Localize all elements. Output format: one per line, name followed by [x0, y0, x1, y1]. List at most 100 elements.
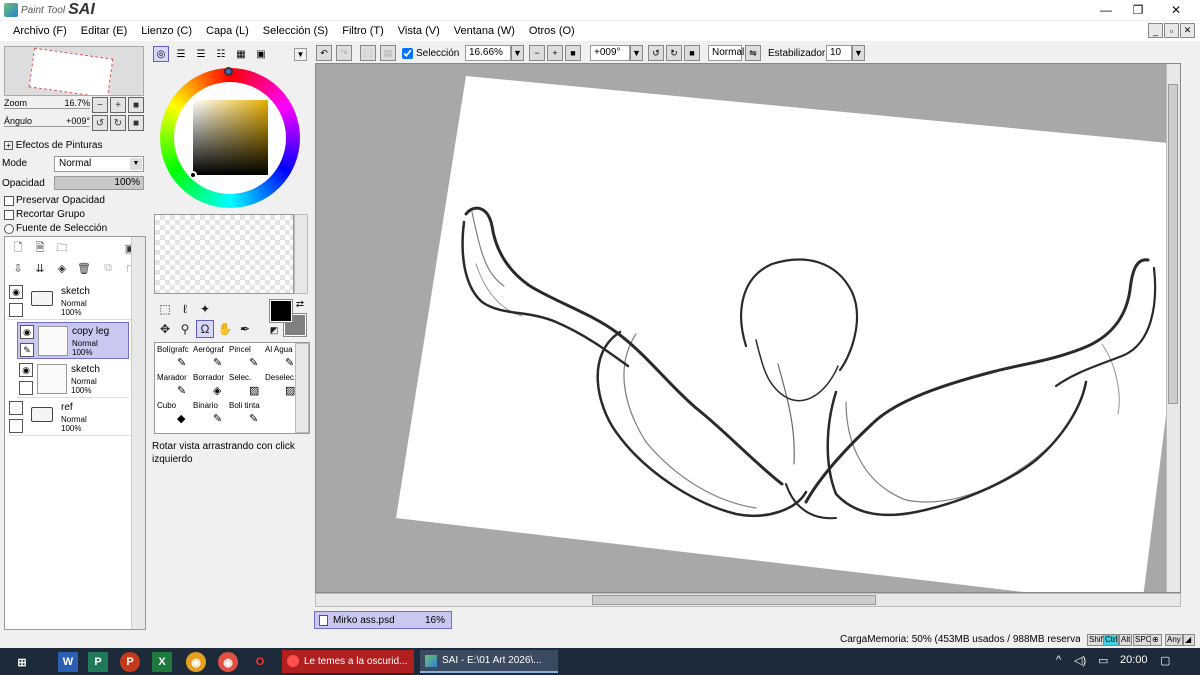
paint-effects-header[interactable]: + Efectos de Pinturas: [4, 140, 103, 151]
eye-icon[interactable]: ◉: [19, 363, 33, 377]
menu-otros[interactable]: Otros (O): [522, 25, 582, 37]
network-icon[interactable]: ▭: [1098, 654, 1108, 667]
brush-slot[interactable]: Aerógraf ✎: [193, 345, 229, 373]
brush-slot[interactable]: Marador ✎: [157, 373, 193, 401]
delete-layer-icon[interactable]: 🗑: [77, 261, 91, 275]
scratchpad-mode-icon[interactable]: ▣: [253, 46, 269, 62]
layer-row[interactable]: ◉ sketch Normal 100%: [17, 361, 129, 398]
canvas-hscrollbar[interactable]: [315, 593, 1181, 607]
zoom-reset-button[interactable]: ■: [565, 45, 581, 61]
menu-vista[interactable]: Vista (V): [391, 25, 447, 37]
zoom-in-button[interactable]: +: [110, 97, 126, 113]
invert-selection-button[interactable]: ▤: [380, 45, 396, 61]
zoom-out-button[interactable]: −: [529, 45, 545, 61]
opera-icon[interactable]: O: [250, 652, 270, 672]
zoom-in-button[interactable]: +: [547, 45, 563, 61]
brush-slot[interactable]: Binario ✎: [193, 401, 229, 429]
move-icon[interactable]: ✥: [156, 320, 174, 338]
reset-colors-icon[interactable]: ◩: [268, 324, 280, 336]
menu-filtro[interactable]: Filtro (T): [335, 25, 391, 37]
powerpoint-icon[interactable]: P: [120, 652, 140, 672]
menu-archivo[interactable]: Archivo (F): [6, 25, 74, 37]
canvas-viewport[interactable]: [315, 63, 1181, 593]
preserve-opacity-checkbox[interactable]: [4, 196, 14, 206]
angle-row[interactable]: Ángulo +009°: [4, 116, 90, 127]
blend-mode-box[interactable]: Normal: [708, 45, 744, 61]
menu-capa[interactable]: Capa (L): [199, 25, 256, 37]
mode-select[interactable]: Normal ▼: [54, 156, 144, 172]
word-icon[interactable]: W: [58, 652, 78, 672]
flip-button[interactable]: ⇋: [745, 45, 761, 61]
menu-seleccion[interactable]: Selección (S): [256, 25, 335, 37]
brush-slot[interactable]: Pincel ✎: [229, 345, 265, 373]
angle-combo[interactable]: +009° ▼: [590, 45, 643, 61]
minimize-button[interactable]: —: [1088, 0, 1124, 20]
hsv-slider-mode-icon[interactable]: ☰: [193, 46, 209, 62]
brush-slot[interactable]: Bolígrafc ✎: [157, 345, 193, 373]
clear-layer-icon[interactable]: ◈: [55, 261, 69, 275]
layer-link-box[interactable]: [19, 381, 33, 395]
canvas-hscroll-thumb[interactable]: [592, 595, 876, 605]
hand-icon[interactable]: ✋: [216, 320, 234, 338]
clip-group-checkbox[interactable]: [4, 210, 14, 220]
swatch-area[interactable]: [154, 214, 294, 294]
mdi-close-button[interactable]: ✕: [1180, 23, 1195, 38]
swatches-mode-icon[interactable]: ▦: [233, 46, 249, 62]
layer-link-box[interactable]: [9, 419, 23, 433]
excel-icon[interactable]: X: [152, 652, 172, 672]
rotate-right-button[interactable]: ↻: [110, 115, 126, 131]
duplicate-icon[interactable]: ⧉: [101, 261, 115, 275]
new-layer-icon[interactable]: 🗋: [11, 241, 25, 255]
lasso-icon[interactable]: ℓ: [176, 300, 194, 318]
rect-select-icon[interactable]: ⬚: [156, 300, 174, 318]
eye-icon[interactable]: ◉: [9, 285, 23, 299]
menu-lienzo[interactable]: Lienzo (C): [134, 25, 199, 37]
taskbar-item-active[interactable]: SAI - E:\01 Art 2026\...: [420, 650, 558, 673]
brush-lock-icon[interactable]: ✎: [20, 343, 34, 357]
zoom-combo[interactable]: 16.66% ▼: [465, 45, 524, 61]
selection-checkbox[interactable]: [402, 47, 413, 59]
rotate-ccw-button[interactable]: ↺: [648, 45, 664, 61]
swatch-scrollbar[interactable]: [294, 214, 308, 294]
chrome-icon[interactable]: ◉: [186, 652, 206, 672]
tray-chevron-icon[interactable]: ^: [1056, 654, 1061, 666]
redo-button[interactable]: ↷: [336, 45, 352, 61]
mixer-mode-icon[interactable]: ☷: [213, 46, 229, 62]
layer-row[interactable]: ref Normal 100%: [7, 399, 131, 436]
rotate-cw-button[interactable]: ↻: [666, 45, 682, 61]
mdi-restore-button[interactable]: ▫: [1164, 23, 1179, 38]
maximize-button[interactable]: ❐: [1120, 0, 1156, 20]
transfer-down-icon[interactable]: ⇩: [11, 261, 25, 275]
layer-row[interactable]: ◉ sketch Normal 100%: [7, 283, 131, 320]
new-linework-icon[interactable]: 🗎: [33, 241, 47, 255]
menu-ventana[interactable]: Ventana (W): [447, 25, 522, 37]
opacity-slider[interactable]: 100%: [54, 176, 144, 190]
zoom-icon[interactable]: ⚲: [176, 320, 194, 338]
rotate-left-button[interactable]: ↺: [92, 115, 108, 131]
document-tab[interactable]: Mirko ass.psd 16%: [314, 611, 452, 629]
visibility-box[interactable]: [9, 401, 23, 415]
layer-link-box[interactable]: [9, 303, 23, 317]
navigator-preview[interactable]: [4, 46, 144, 96]
menu-editar[interactable]: Editar (E): [74, 25, 134, 37]
selection-source-radio[interactable]: [4, 224, 14, 234]
saturation-value-square[interactable]: [189, 100, 268, 179]
zoom-reset-button[interactable]: ■: [128, 97, 144, 113]
undo-button[interactable]: ↶: [316, 45, 332, 61]
brush-scrollbar[interactable]: [295, 343, 309, 433]
zoom-out-button[interactable]: −: [92, 97, 108, 113]
project-icon[interactable]: P: [88, 652, 108, 672]
canvas-vscrollbar[interactable]: [1166, 64, 1180, 592]
swap-colors-icon[interactable]: ⇄: [294, 298, 306, 310]
rotate-reset-button[interactable]: ■: [128, 115, 144, 131]
magic-wand-icon[interactable]: ✦: [196, 300, 214, 318]
panel-menu-icon[interactable]: ▼: [294, 48, 307, 61]
deselect-button[interactable]: ⬚: [360, 45, 376, 61]
canvas-vscroll-thumb[interactable]: [1168, 84, 1178, 404]
brush-slot[interactable]: Cubo ◆: [157, 401, 193, 429]
new-folder-icon[interactable]: 🗀: [55, 241, 69, 255]
selection-toggle[interactable]: Selección: [402, 45, 459, 61]
task-view-icon[interactable]: ⊞: [12, 652, 32, 672]
clock[interactable]: 20:00: [1120, 654, 1148, 666]
stabilizer-combo[interactable]: 10 ▼: [826, 45, 865, 61]
